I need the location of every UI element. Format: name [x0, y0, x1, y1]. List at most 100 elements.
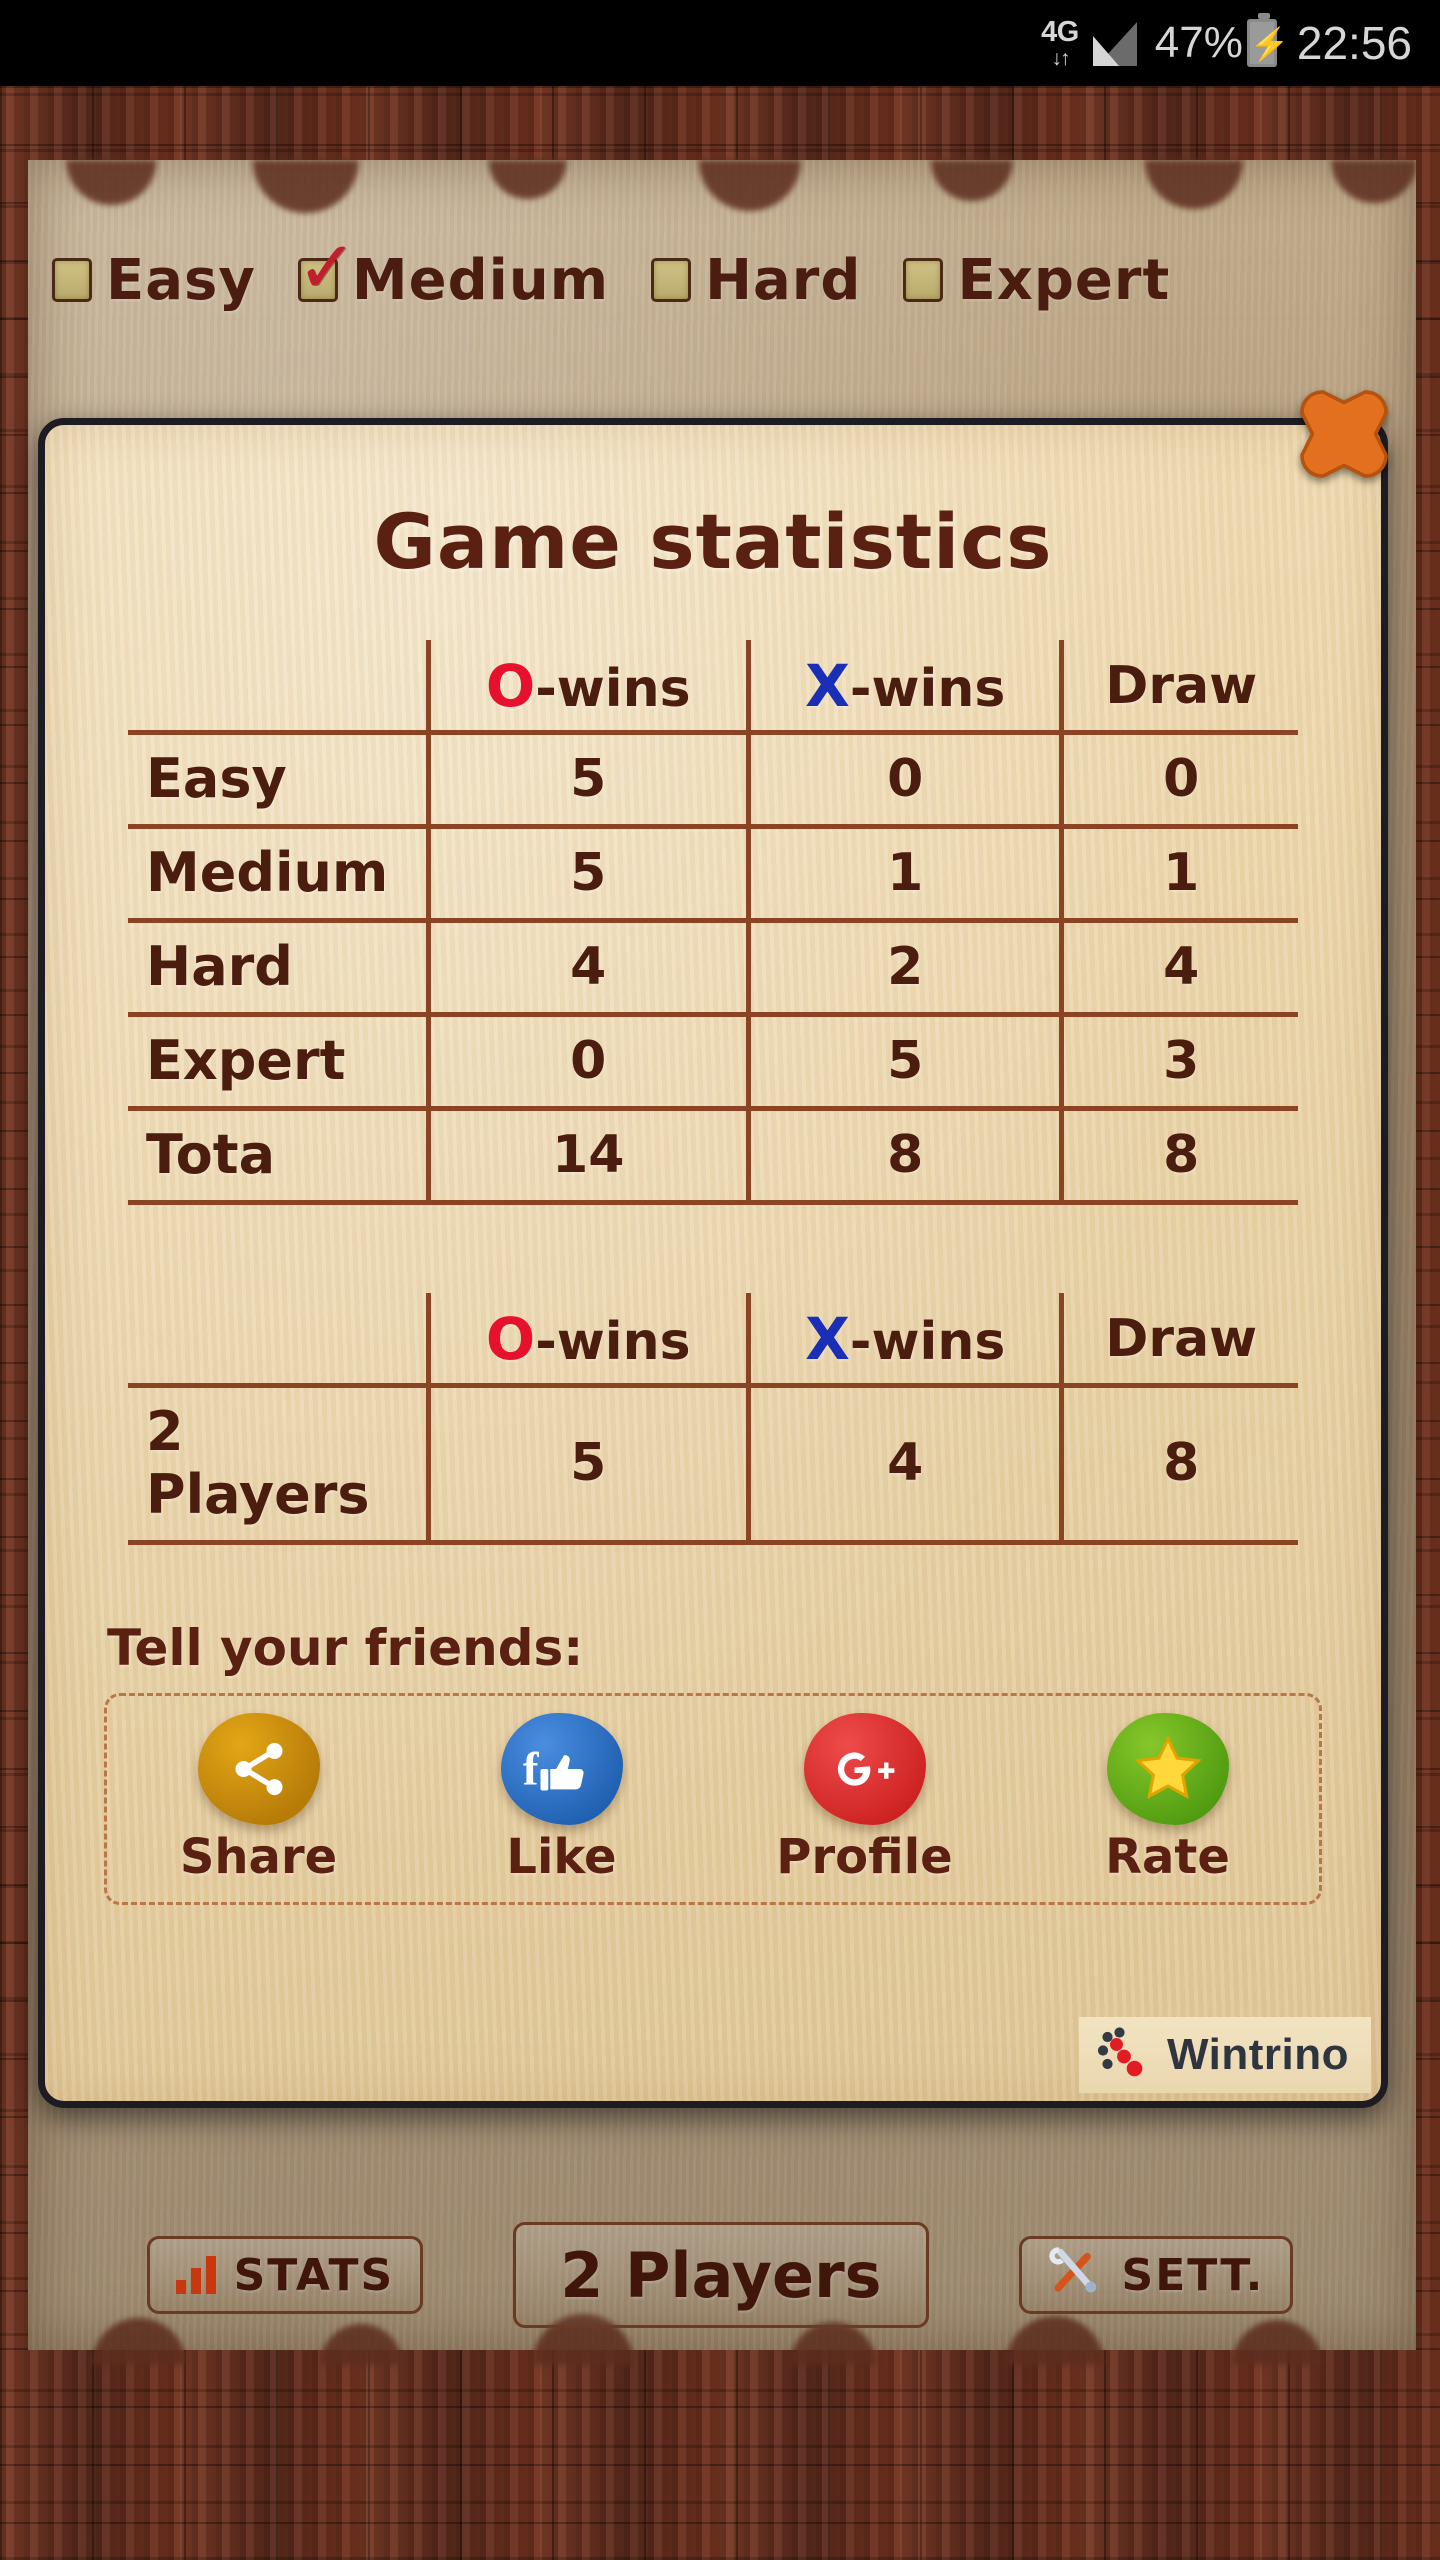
header-corner-empty-2 — [128, 1293, 428, 1388]
cell-medium-x-wins: 1 — [745, 826, 1062, 923]
cell-expert-draw: 3 — [1059, 1014, 1298, 1111]
table-header: O-wins X-wins Draw — [128, 640, 1298, 735]
clock-label: 22:56 — [1296, 17, 1412, 69]
row-label-easy: Easy — [128, 732, 428, 829]
cell-medium-draw: 1 — [1059, 826, 1298, 923]
x-mark-icon: X — [805, 1305, 850, 1373]
wrench-screwdriver-icon — [1048, 2243, 1104, 2308]
table-row: Hard 4 2 4 — [128, 920, 1298, 1017]
stats-button-label: STATS — [233, 2249, 395, 2301]
google-plus-icon — [803, 1713, 926, 1825]
header-draw-2: Draw — [1059, 1293, 1298, 1388]
cell-hard-draw: 4 — [1059, 920, 1298, 1017]
profile-button[interactable]: Profile — [730, 1713, 1000, 1885]
cell-total-draw: 8 — [1059, 1108, 1298, 1205]
table-row: Medium 5 1 1 — [128, 826, 1298, 923]
data-transfer-arrows-icon: ↓↑ — [1051, 46, 1070, 70]
share-buttons-container: Share f Like Profile Rate — [104, 1693, 1322, 1905]
table-row-total: Tota 14 8 8 — [128, 1108, 1298, 1205]
difficulty-label-hard: Hard — [705, 247, 862, 313]
like-button[interactable]: f Like — [427, 1713, 697, 1885]
difficulty-option-expert[interactable]: Expert — [903, 248, 1170, 313]
header-x-wins-text: -wins — [849, 659, 1006, 719]
table-body: Easy 5 0 0 Medium 5 1 1 Hard 4 2 4 Exper… — [128, 732, 1298, 1205]
difficulty-label-easy: Easy — [106, 247, 256, 313]
facebook-thumbs-up-icon: f — [500, 1713, 623, 1825]
cell-2players-x-wins: 4 — [745, 1385, 1062, 1545]
cell-hard-o-wins: 4 — [425, 920, 749, 1017]
settings-button[interactable]: SETT. — [1018, 2236, 1294, 2314]
header-o-wins-text-2: -wins — [535, 1312, 691, 1372]
table-row: 2 Players 5 4 8 — [128, 1385, 1298, 1545]
difficulty-selector: Easy ✓ Medium Hard Expert — [52, 231, 1392, 322]
network-type-indicator: 4G ↓↑ — [1041, 17, 1079, 70]
cell-total-o-wins: 14 — [425, 1108, 749, 1205]
row-label-total: Tota — [128, 1108, 428, 1205]
bar-chart-icon — [175, 2256, 216, 2294]
cell-easy-draw: 0 — [1059, 732, 1298, 829]
cell-easy-o-wins: 5 — [425, 732, 749, 829]
status-bar: 4G ↓↑ 47% ⚡ 22:56 — [0, 0, 1440, 86]
checkbox-easy[interactable] — [52, 258, 92, 302]
row-label-medium: Medium — [128, 826, 428, 923]
wintrino-label: Wintrino — [1167, 2030, 1349, 2079]
table-header-row: O-wins X-wins Draw — [128, 640, 1298, 735]
stats-button[interactable]: STATS — [146, 2236, 424, 2314]
difficulty-label-medium: Medium — [351, 247, 610, 313]
like-button-label: Like — [506, 1829, 617, 1885]
cell-medium-o-wins: 5 — [425, 826, 749, 923]
checkmark-icon: ✓ — [296, 225, 358, 309]
difficulty-option-easy[interactable]: Easy — [52, 248, 256, 313]
difficulty-label-expert: Expert — [957, 247, 1171, 313]
rate-button[interactable]: Rate — [1033, 1713, 1303, 1885]
x-mark-icon: X — [805, 652, 850, 720]
table-row: Easy 5 0 0 — [128, 732, 1298, 829]
wintrino-logo-icon — [1093, 2025, 1155, 2085]
table-row: Expert 0 5 3 — [128, 1014, 1298, 1111]
settings-button-label: SETT. — [1121, 2249, 1265, 2301]
share-button-label: Share — [179, 1829, 338, 1885]
cell-hard-x-wins: 2 — [745, 920, 1062, 1017]
header-draw: Draw — [1059, 640, 1298, 735]
dialog-title: Game statistics — [373, 497, 1053, 586]
profile-button-label: Profile — [776, 1829, 953, 1885]
close-icon[interactable] — [1288, 378, 1400, 490]
checkbox-expert[interactable] — [903, 258, 944, 302]
statistics-table-by-difficulty: O-wins X-wins Draw Easy 5 0 0 Medium 5 1… — [128, 640, 1298, 1205]
share-button[interactable]: Share — [124, 1713, 394, 1885]
cell-2players-o-wins: 5 — [425, 1385, 749, 1545]
header-x-wins-2: X-wins — [745, 1293, 1062, 1388]
checkbox-hard[interactable] — [651, 258, 692, 302]
header-corner-empty — [128, 640, 428, 735]
battery-percent-label: 47% — [1154, 18, 1243, 67]
o-mark-icon: O — [485, 1305, 536, 1373]
two-players-button-label: 2 Players — [560, 2238, 882, 2312]
statistics-table-two-player: O-wins X-wins Draw 2 Players 5 4 8 — [128, 1293, 1298, 1545]
header-o-wins: O-wins — [425, 640, 749, 735]
signal-strength-icon — [1092, 20, 1137, 66]
header-x-wins: X-wins — [745, 640, 1062, 735]
app-screen: 4G ↓↑ 47% ⚡ 22:56 Easy ✓ Medium Hard Exp… — [0, 0, 1440, 2560]
header-o-wins-2: O-wins — [425, 1293, 749, 1388]
o-mark-icon: O — [485, 652, 536, 720]
wintrino-branding[interactable]: Wintrino — [1079, 2017, 1371, 2093]
battery-charging-icon: ⚡ — [1246, 13, 1290, 67]
table-header: O-wins X-wins Draw — [128, 1293, 1298, 1388]
header-o-wins-text: -wins — [535, 659, 691, 719]
game-statistics-dialog: Game statistics O-wins X-wins Draw Easy — [38, 418, 1388, 2108]
rate-button-label: Rate — [1105, 1829, 1230, 1885]
bottom-button-bar: STATS 2 Players SETT. — [0, 2210, 1440, 2340]
svg-text:f: f — [522, 1744, 539, 1796]
difficulty-option-medium[interactable]: ✓ Medium — [297, 231, 610, 313]
checkbox-medium[interactable]: ✓ — [297, 231, 357, 303]
header-x-wins-text-2: -wins — [849, 1312, 1006, 1372]
cell-2players-draw: 8 — [1059, 1385, 1298, 1545]
star-icon — [1106, 1713, 1229, 1825]
cell-expert-o-wins: 0 — [425, 1014, 749, 1111]
cell-expert-x-wins: 5 — [745, 1014, 1062, 1111]
difficulty-option-hard[interactable]: Hard — [651, 248, 861, 313]
cell-easy-x-wins: 0 — [745, 732, 1062, 829]
row-label-expert: Expert — [128, 1014, 428, 1111]
two-players-button[interactable]: 2 Players — [513, 2222, 929, 2328]
table-body: 2 Players 5 4 8 — [128, 1385, 1298, 1545]
